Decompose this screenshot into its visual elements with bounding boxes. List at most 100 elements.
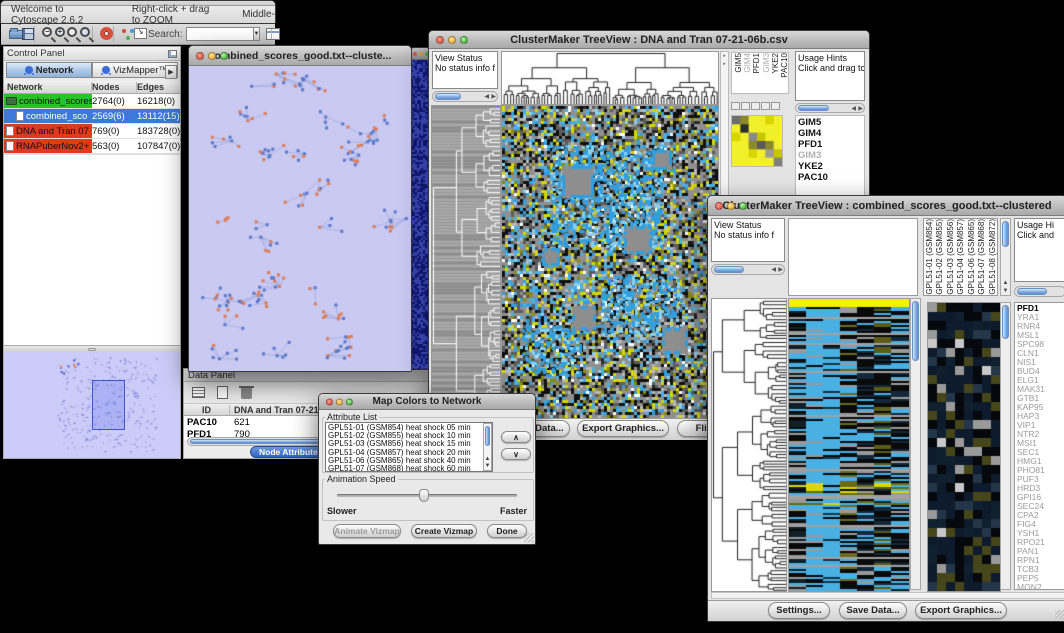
minimize-icon[interactable]: [448, 36, 456, 44]
matrix-row-label[interactable]: PFD1: [798, 139, 862, 150]
annotation-icon[interactable]: [132, 25, 140, 43]
export-graphics-button[interactable]: Export Graphics...: [915, 602, 1007, 619]
network-canvas[interactable]: [189, 66, 411, 371]
reset-view-icon[interactable]: [771, 102, 780, 110]
move-up-button[interactable]: ∧: [501, 431, 531, 443]
save-data-button[interactable]: Save Data...: [839, 602, 907, 619]
network-row[interactable]: combined_scores_ 2764(0) 16218(0): [4, 94, 180, 109]
treeview1-correlation-matrix[interactable]: [731, 115, 783, 167]
treeview2-row-dendrogram[interactable]: [711, 298, 787, 592]
treeview1-row-dendrogram[interactable]: [431, 105, 501, 419]
network-row-icon: [6, 126, 14, 136]
matrix-row-label[interactable]: PAC10: [798, 172, 862, 183]
search-dropdown-icon[interactable]: ▼: [254, 27, 261, 41]
done-button[interactable]: Done: [487, 524, 527, 538]
control-panel-tab[interactable]: Network: [6, 62, 92, 78]
network-view-window: combined_scores_good.txt--cluste...: [188, 45, 412, 372]
zoom-selected-icon[interactable]: [78, 25, 86, 43]
vizmapper-icon[interactable]: [119, 25, 127, 43]
treeview2-status-scrollbar[interactable]: ◀▶: [711, 264, 785, 275]
birdseye-view[interactable]: [4, 352, 180, 458]
treeview1-hints-scrollbar[interactable]: ◀▶: [795, 103, 865, 113]
attribute-select-icon[interactable]: [190, 385, 208, 401]
treeview2-zoom-heatmap[interactable]: [927, 302, 1001, 592]
birdseye-viewport-rect[interactable]: [92, 380, 125, 430]
network-row[interactable]: RNAPuberNov2+ 563(0) 107847(0): [4, 139, 180, 154]
close-icon[interactable]: [413, 52, 417, 56]
treeview2-labels-vscrollbar[interactable]: ▲▼: [1000, 218, 1011, 296]
close-icon[interactable]: [715, 202, 723, 210]
delete-attribute-icon[interactable]: [238, 385, 256, 401]
settings-button[interactable]: Settings...: [768, 602, 830, 619]
minimize-icon[interactable]: [336, 398, 343, 405]
status-hint-middle: Middle-: [242, 9, 275, 20]
window-controls[interactable]: [196, 52, 228, 60]
matrix-row-label[interactable]: GIM5: [798, 117, 862, 128]
close-icon[interactable]: [436, 36, 444, 44]
matrix-row-label[interactable]: GIM4: [798, 128, 862, 139]
float-panel-icon[interactable]: [168, 50, 177, 58]
minimize-icon[interactable]: [208, 52, 216, 60]
matrix-column-label: GIM4: [743, 53, 751, 73]
select-icon[interactable]: [761, 102, 770, 110]
dialog-title: Map Colors to Network: [373, 396, 482, 407]
search-input[interactable]: [186, 27, 254, 41]
zoom-in-icon[interactable]: +: [53, 25, 61, 43]
zoom-window-icon[interactable]: [220, 52, 228, 60]
panel-splitter[interactable]: [4, 345, 180, 352]
treeview2-genes-hscrollbar[interactable]: [1014, 286, 1064, 297]
treeview2-titlebar[interactable]: ClusterMaker TreeView : combined_scores_…: [708, 196, 1064, 216]
open-file-icon[interactable]: [7, 25, 15, 43]
network-table-header[interactable]: Network Nodes Edges: [4, 81, 180, 94]
treeview1-status-scrollbar[interactable]: ◀▶: [432, 91, 498, 102]
minimize-icon[interactable]: [419, 52, 423, 56]
zoom-fit-icon[interactable]: [65, 25, 73, 43]
matrix-row-label[interactable]: GIM3: [798, 150, 862, 161]
resize-grip[interactable]: [1055, 610, 1064, 620]
treeview2-heatmap[interactable]: [788, 298, 910, 592]
minimize-icon[interactable]: [727, 202, 735, 210]
zoom-window-icon[interactable]: [739, 202, 747, 210]
network-view-titlebar[interactable]: combined_scores_good.txt--cluste...: [189, 46, 411, 66]
slider-thumb-icon[interactable]: [419, 489, 429, 502]
zoom-out-icon[interactable]: −: [40, 25, 48, 43]
treeview2-zoom-vscrollbar[interactable]: [1000, 302, 1011, 590]
export-graphics-button[interactable]: Export Graphics...: [577, 420, 669, 437]
attribute-listbox[interactable]: GPL51-01 (GSM854) heat shock 05 minGPL51…: [325, 422, 493, 472]
close-icon[interactable]: [196, 52, 204, 60]
resize-grip[interactable]: [524, 533, 534, 543]
treeview2-bottom-scrollstrip[interactable]: [711, 592, 1064, 599]
zoom-window-icon[interactable]: [460, 36, 468, 44]
matrix-row-label[interactable]: YKE2: [798, 161, 862, 172]
network-row[interactable]: DNA and Tran 07 769(0) 183728(0): [4, 124, 180, 139]
help-icon[interactable]: [98, 25, 106, 43]
window-controls[interactable]: [326, 398, 353, 405]
zoom-in-icon[interactable]: [731, 102, 740, 110]
network-row[interactable]: combined_sco 2569(6) 13112(15): [4, 109, 180, 124]
zoom-window-icon[interactable]: [346, 398, 353, 405]
gene-label[interactable]: MON2: [1017, 583, 1063, 590]
treeview1-heatmap[interactable]: [501, 105, 719, 419]
save-icon[interactable]: [19, 25, 27, 43]
close-icon[interactable]: [326, 398, 333, 405]
pan-icon[interactable]: [751, 102, 760, 110]
treeview2-heatmap-vscrollbar[interactable]: [910, 298, 921, 590]
window-controls[interactable]: [715, 202, 747, 210]
treeview1-titlebar[interactable]: ClusterMaker TreeView : DNA and Tran 07-…: [429, 31, 869, 49]
treeview2-column-tree-area: [788, 218, 918, 296]
attribute-browser-icon[interactable]: [264, 25, 272, 43]
tab-overflow-button[interactable]: ▶: [165, 65, 177, 79]
move-down-button[interactable]: ∨: [501, 448, 531, 460]
new-attribute-icon[interactable]: [214, 385, 232, 401]
zoom-out-icon[interactable]: [741, 102, 750, 110]
dialog-titlebar[interactable]: Map Colors to Network: [319, 394, 535, 410]
treeview1-view-status: View Status No status info f: [432, 51, 498, 89]
desktop: { "palettes": { "network_bg": "#c9c9f2",…: [0, 0, 1064, 633]
attribute-item[interactable]: GPL51-07 (GSM868) heat shock 60 min: [328, 465, 490, 472]
window-controls[interactable]: [436, 36, 468, 44]
treeview1-mini-toolbar[interactable]: [731, 97, 789, 107]
animate-vizmap-button[interactable]: Animate Vizmap: [333, 524, 401, 538]
treeview1-column-dendrogram[interactable]: [501, 51, 719, 105]
create-vizmap-button[interactable]: Create Vizmap: [411, 524, 477, 538]
attribute-list-scrollbar[interactable]: ▲▼: [483, 423, 492, 471]
